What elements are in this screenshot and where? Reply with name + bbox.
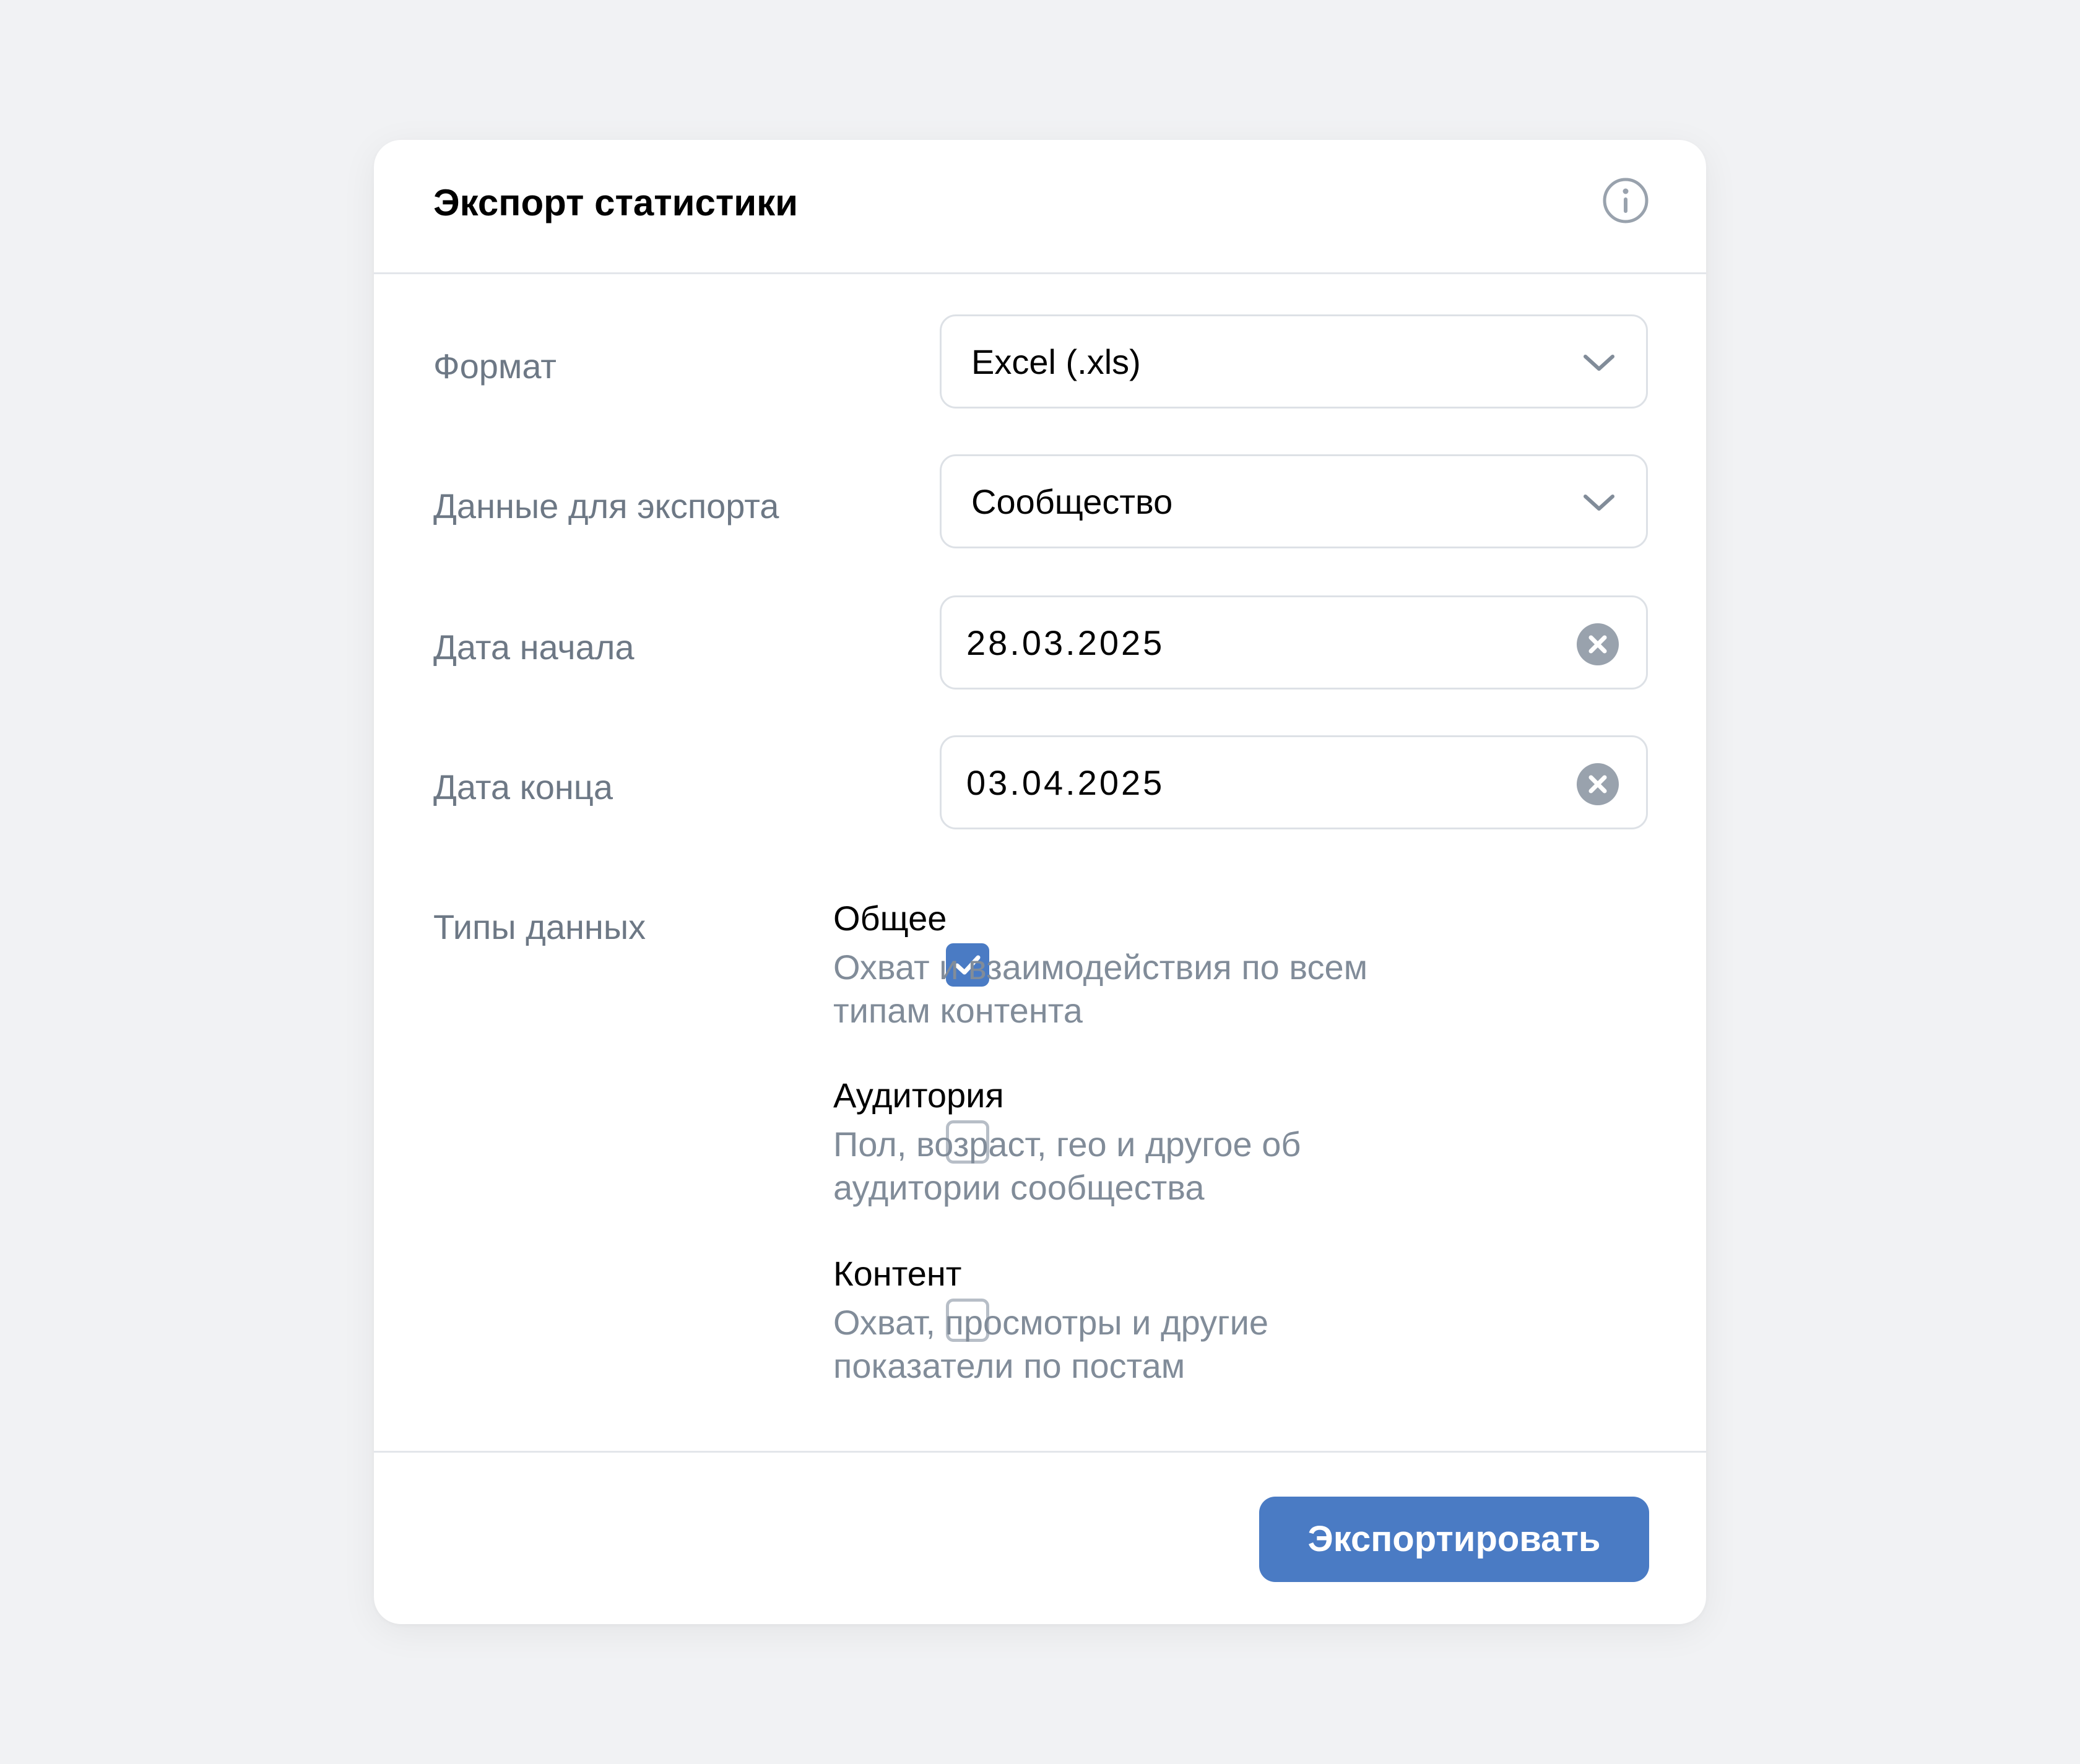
info-icon[interactable] — [1598, 173, 1653, 228]
option-description: Охват и взаимодействия по всем типам кон… — [833, 948, 1368, 1030]
option-description: Охват, просмотры и другие показатели по … — [833, 1303, 1269, 1385]
footer-divider — [374, 1451, 1706, 1453]
chevron-down-icon — [1580, 347, 1618, 378]
end-date-input[interactable]: 03.04.2025 — [940, 735, 1648, 829]
data-source-select-value: Сообщество — [971, 482, 1173, 521]
option-title: Контент — [833, 1254, 962, 1293]
end-date-label: Дата конца — [433, 767, 613, 806]
clear-icon[interactable] — [1577, 763, 1619, 805]
format-select-value: Excel (.xls) — [971, 342, 1141, 381]
export-statistics-dialog: Экспорт статистики Формат Excel (.xls) Д… — [374, 140, 1706, 1624]
end-date-value: 03.04.2025 — [966, 763, 1165, 802]
option-title: Аудитория — [833, 1076, 1004, 1115]
format-label: Формат — [433, 347, 557, 386]
option-title: Общее — [833, 899, 947, 938]
start-date-value: 28.03.2025 — [966, 623, 1165, 662]
option-description: Пол, возраст, гео и другое об аудитории … — [833, 1125, 1301, 1207]
start-date-label: Дата начала — [433, 628, 635, 667]
data-source-label: Данные для экспорта — [433, 486, 779, 525]
dialog-header: Экспорт статистики — [374, 140, 1706, 274]
dialog-title: Экспорт статистики — [433, 182, 799, 223]
clear-icon[interactable] — [1577, 623, 1619, 665]
export-button[interactable]: Экспортировать — [1259, 1497, 1649, 1582]
format-select[interactable]: Excel (.xls) — [940, 314, 1648, 409]
data-source-select[interactable]: Сообщество — [940, 454, 1648, 548]
data-types-label: Типы данных — [433, 907, 646, 946]
start-date-input[interactable]: 28.03.2025 — [940, 595, 1648, 690]
chevron-down-icon — [1580, 487, 1618, 518]
